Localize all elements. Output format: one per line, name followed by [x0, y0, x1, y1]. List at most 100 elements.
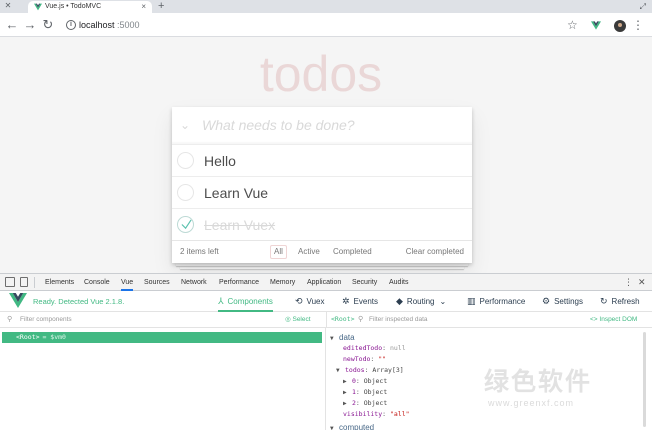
colon: :	[382, 344, 390, 352]
search-icon: ⚲	[7, 316, 13, 323]
refresh-button[interactable]: ↻ Refresh	[600, 291, 640, 312]
colon: :	[355, 399, 364, 407]
new-todo-input[interactable]	[202, 113, 464, 137]
devtools-tab-elements[interactable]: Elements	[45, 274, 74, 291]
colon: :	[382, 410, 390, 418]
list-stack-decoration	[180, 266, 464, 269]
close-window-icon[interactable]: ✕	[3, 1, 13, 11]
inspector-row: newTodo: ""	[343, 354, 386, 365]
browser-tab-bar: ✕ Vue.js • TodoMVC × + ⤢	[0, 0, 652, 13]
selected-component-name: <Root>	[331, 315, 355, 323]
tab-components[interactable]: ⅄ Components	[218, 291, 273, 312]
divider	[326, 312, 327, 328]
events-icon: ✲	[342, 296, 350, 306]
todo-checkbox[interactable]	[177, 184, 194, 201]
vue-devtools-extension-icon[interactable]	[591, 21, 601, 30]
caret-down-icon: ▼	[330, 425, 334, 430]
inspector-row[interactable]: ▶ 1: Object	[343, 387, 387, 398]
devtools-tab-audits[interactable]: Audits	[389, 274, 408, 291]
devtools-tab-application[interactable]: Application	[307, 274, 341, 291]
inspector-key: todos	[345, 366, 365, 374]
devtools-menu-icon[interactable]: ⋮	[624, 274, 633, 291]
inspector-row[interactable]: ▶ 0: Object	[343, 376, 387, 387]
new-todo-row: ⌄	[172, 107, 472, 144]
inspect-element-icon[interactable]	[5, 277, 15, 287]
colon: :	[355, 388, 364, 396]
browser-tab[interactable]: Vue.js • TodoMVC ×	[28, 1, 152, 13]
settings-icon: ⚙	[542, 296, 551, 306]
colon: :	[355, 377, 364, 385]
performance-chart-icon: ▥	[467, 296, 476, 306]
component-tree: <Root> = $vm0	[0, 328, 326, 430]
devtools-tab-performance[interactable]: Performance	[219, 274, 259, 291]
inspect-dom-link[interactable]: <> Inspect DOM	[590, 312, 637, 327]
tab-settings[interactable]: ⚙ Settings	[542, 291, 583, 312]
checkmark-icon[interactable]	[177, 216, 194, 233]
filter-inspected-input[interactable]: Filter inspected data	[369, 312, 428, 327]
devtools-tab-security[interactable]: Security	[352, 274, 377, 291]
tab-events[interactable]: ✲ Events	[342, 291, 378, 312]
items-left-count: 2 items left	[180, 247, 219, 256]
watermark-url: www.greenxf.com	[488, 398, 575, 408]
address-bar[interactable]: i localhost :5000	[62, 16, 614, 34]
data-section[interactable]: ▼ data	[330, 332, 355, 343]
bookmark-star-icon[interactable]: ☆	[567, 16, 578, 34]
tab-components-label: Components	[227, 297, 273, 306]
todo-label[interactable]: Learn Vuex	[204, 209, 275, 241]
info-icon[interactable]: i	[66, 20, 76, 30]
caret-down-icon: ▼	[336, 367, 340, 374]
browser-menu-icon[interactable]: ⋮	[632, 16, 644, 34]
tab-performance[interactable]: ▥ Performance	[467, 291, 525, 312]
devtools-tab-memory[interactable]: Memory	[270, 274, 295, 291]
tab-performance-label: Performance	[479, 297, 526, 306]
todo-checkbox[interactable]	[177, 152, 194, 169]
component-tree-row-root[interactable]: <Root> = $vm0	[2, 332, 322, 343]
filter-all[interactable]: All	[270, 245, 287, 259]
data-section-label: data	[339, 333, 355, 342]
todo-item[interactable]: Learn Vuex	[172, 208, 472, 240]
filter-components-input[interactable]: Filter components	[20, 312, 72, 327]
computed-section[interactable]: ▼ computed	[330, 422, 374, 430]
new-tab-button[interactable]: +	[158, 0, 164, 13]
tab-close-icon[interactable]: ×	[141, 1, 146, 13]
inspector-scrollbar[interactable]	[643, 332, 646, 427]
inspector-value: Object	[363, 377, 388, 385]
filter-active[interactable]: Active	[294, 245, 324, 259]
todo-item[interactable]: Learn Vue	[172, 176, 472, 208]
inspector-row[interactable]: ▶ 2: Object	[343, 398, 387, 409]
devtools-tab-network[interactable]: Network	[181, 274, 207, 291]
resize-window-icon[interactable]: ⤢	[640, 0, 646, 13]
devtools-tab-sources[interactable]: Sources	[144, 274, 170, 291]
list-stack-decoration	[176, 263, 468, 266]
forward-arrow-icon[interactable]: →	[22, 16, 38, 34]
components-icon: ⅄	[218, 296, 224, 306]
toggle-all-chevron-icon[interactable]: ⌄	[178, 118, 192, 132]
select-label: Select	[292, 316, 311, 323]
inspector-value: ""	[378, 355, 387, 363]
tab-vuex[interactable]: ⟲ Vuex	[295, 291, 324, 312]
select-component-button[interactable]: ◎ Select	[285, 312, 311, 327]
inspector-row[interactable]: ▼ todos: Array[3]	[336, 365, 404, 376]
refresh-label: Refresh	[611, 297, 640, 306]
devtools-close-icon[interactable]: ✕	[638, 274, 646, 291]
todo-item[interactable]: Hello	[172, 144, 472, 176]
tab-routing[interactable]: ◆ Routing ⌄	[396, 291, 446, 312]
devtools-tab-vue[interactable]: Vue	[121, 274, 134, 291]
devtools-tab-bar: ⋮ ✕ Elements Console Vue Sources Network Perf…	[0, 274, 652, 291]
vue-devtools-header: Ready. Detected Vue 2.1.8. ⅄ Components ⟲…	[0, 291, 652, 312]
todo-list: Hello Learn Vue Learn Vuex	[172, 144, 472, 240]
profile-avatar[interactable]	[614, 20, 626, 32]
devtools-tab-console[interactable]: Console	[84, 274, 110, 291]
reload-icon[interactable]: ↻	[40, 16, 56, 34]
todo-label[interactable]: Hello	[204, 145, 236, 177]
computed-section-label: computed	[339, 423, 375, 430]
back-arrow-icon[interactable]: ←	[4, 16, 20, 34]
inspector-key: editedTodo	[343, 344, 383, 352]
watermark-text: 绿色软件	[484, 367, 593, 396]
clear-completed-button[interactable]: Clear completed	[406, 241, 464, 263]
todo-label[interactable]: Learn Vue	[204, 177, 268, 209]
filter-completed[interactable]: Completed	[329, 245, 376, 259]
device-toolbar-icon[interactable]	[20, 277, 28, 287]
page-viewport: todos ⌄ HelloLearn VueLearn Vuex 2 items…	[0, 37, 652, 273]
todo-footer: 2 items left All Active Completed Clear …	[172, 240, 472, 263]
